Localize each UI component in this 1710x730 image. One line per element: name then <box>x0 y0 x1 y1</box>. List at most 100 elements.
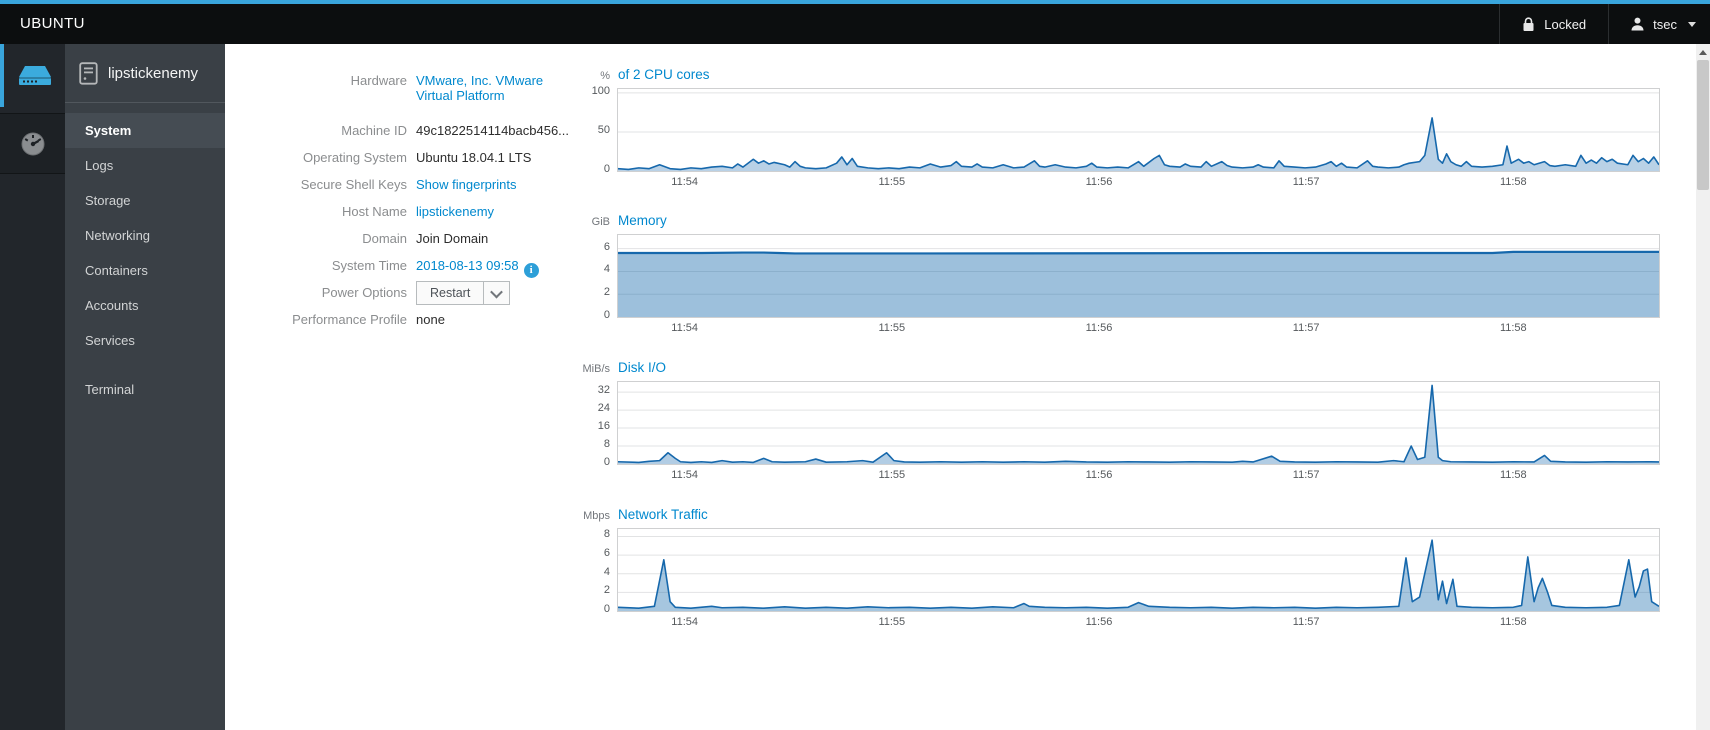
cpu-xtick-1155: 11:55 <box>878 176 906 188</box>
network-title-link[interactable]: Network Traffic <box>618 507 708 522</box>
system-time-label: System Time <box>331 258 407 273</box>
disk-io-xtick-1156: 11:56 <box>1085 469 1113 481</box>
memory-ytick-4: 4 <box>603 263 610 276</box>
disk-io-unit-label: MiB/s <box>582 363 611 375</box>
power-options-label: Power Options <box>321 285 407 300</box>
memory-xtick-1156: 11:56 <box>1085 322 1113 334</box>
sidebar-item-containers[interactable]: Containers <box>65 253 225 288</box>
scrollbar-thumb[interactable] <box>1697 60 1709 190</box>
disk-io-xtick-1154: 11:54 <box>671 469 699 481</box>
disk-io-ytick-0: 0 <box>603 456 610 468</box>
disk-io-plot-area[interactable] <box>617 381 1660 465</box>
chevron-down-icon <box>490 285 504 298</box>
navbar-right-group: Locked tsec <box>1499 4 1710 44</box>
memory-unit-label: GiB <box>591 216 610 228</box>
top-navbar: UBUNTU Locked tsec <box>0 0 1710 44</box>
scrollbar-up-arrow[interactable] <box>1696 46 1710 58</box>
host-name-row-label: Host Name <box>341 204 407 219</box>
join-domain-value[interactable]: Join Domain <box>416 228 488 246</box>
memory-xtick-1154: 11:54 <box>671 322 699 334</box>
cpu-xtick-1158: 11:58 <box>1499 176 1527 188</box>
chevron-down-icon <box>1688 21 1696 27</box>
info-row-system-time: System Time 2018-08-13 09:58 i <box>245 255 575 282</box>
memory-plot-area[interactable] <box>617 234 1660 318</box>
memory-ytick-6: 6 <box>603 240 610 253</box>
info-row-os: Operating System Ubuntu 18.04.1 LTS <box>245 147 575 174</box>
cpu-ytick-100: 100 <box>591 84 610 97</box>
username-label: tsec <box>1653 16 1677 32</box>
power-options-dropdown-button[interactable] <box>484 281 511 305</box>
chart-network: Mbps Network Traffic 8 6 4 2 0 11:54 11:55 11:56 1… <box>560 506 1705 631</box>
memory-xtick-1157: 11:57 <box>1292 322 1320 334</box>
sidebar-item-terminal[interactable]: Terminal <box>65 372 225 407</box>
performance-profile-value: none <box>416 312 445 327</box>
os-label: Operating System <box>302 150 407 165</box>
info-row-hardware: Hardware VMware, Inc. VMware Virtual Pla… <box>245 70 575 120</box>
host-header[interactable]: lipstickenemy <box>65 44 225 103</box>
host-name-link[interactable]: lipstickenemy <box>416 204 494 219</box>
memory-xtick-1155: 11:55 <box>878 322 906 334</box>
disk-io-ytick-32: 32 <box>597 384 610 397</box>
memory-ytick-2: 2 <box>603 286 610 299</box>
brand-title: UBUNTU <box>20 15 85 32</box>
network-xtick-1154: 11:54 <box>671 616 699 628</box>
sidebar-item-logs[interactable]: Logs <box>65 148 225 183</box>
cpu-ytick-0: 0 <box>603 163 610 175</box>
cpu-xtick-1154: 11:54 <box>671 176 699 188</box>
machine-id-value: 49c1822514114bacb456... <box>416 123 570 138</box>
chart-disk-io: MiB/s Disk I/O 32 24 16 8 0 11:54 11:55 11:56 11:5… <box>560 359 1705 484</box>
ssh-keys-label: Secure Shell Keys <box>300 177 407 192</box>
cpu-xtick-1156: 11:56 <box>1085 176 1113 188</box>
hardware-link[interactable]: VMware, Inc. VMware Virtual Platform <box>416 73 543 103</box>
sidebar-item-services[interactable]: Services <box>65 323 225 358</box>
sidebar-item-system[interactable]: System <box>65 113 225 148</box>
info-row-domain: Domain Join Domain <box>245 228 575 255</box>
sidebar-item-accounts[interactable]: Accounts <box>65 288 225 323</box>
rail-item-machine[interactable] <box>0 44 65 107</box>
user-icon <box>1631 17 1644 31</box>
performance-profile-label: Performance Profile <box>292 312 407 327</box>
memory-xtick-1158: 11:58 <box>1499 322 1527 334</box>
network-ytick-4: 4 <box>603 565 610 578</box>
disk-io-xtick-1158: 11:58 <box>1499 469 1527 481</box>
machine-id-label: Machine ID <box>341 123 407 138</box>
info-row-ssh-keys: Secure Shell Keys Show fingerprints <box>245 174 575 201</box>
disk-io-xtick-1157: 11:57 <box>1292 469 1320 481</box>
rail-item-dashboard[interactable] <box>0 113 65 174</box>
system-time-link[interactable]: 2018-08-13 09:58 <box>416 258 519 273</box>
disk-io-title-link[interactable]: Disk I/O <box>618 360 666 375</box>
lock-icon <box>1523 16 1534 31</box>
sidebar: lipstickenemy System Logs Storage Networ… <box>65 44 225 730</box>
chart-memory: GiB Memory 6 4 2 0 11:54 11:55 11:56 11:57 11:58 <box>560 212 1705 337</box>
disk-io-ytick-16: 16 <box>597 420 610 433</box>
dashboard-gauge-icon <box>21 132 44 155</box>
network-unit-label: Mbps <box>583 510 610 522</box>
chart-cpu: % of 2 CPU cores 100 50 0 11:54 11:55 11:56 11:5… <box>560 66 1705 191</box>
sidebar-nav: System Logs Storage Networking Container… <box>65 113 225 407</box>
cpu-plot-area[interactable] <box>617 88 1660 172</box>
info-row-host-name: Host Name lipstickenemy <box>245 201 575 228</box>
memory-ytick-0: 0 <box>603 309 610 321</box>
user-menu[interactable]: tsec <box>1608 4 1710 44</box>
sidebar-item-networking[interactable]: Networking <box>65 218 225 253</box>
network-plot-area[interactable] <box>617 528 1660 612</box>
restart-button[interactable]: Restart <box>416 281 485 305</box>
host-machine-icon <box>79 61 98 85</box>
network-ytick-8: 8 <box>603 528 610 541</box>
host-name-label: lipstickenemy <box>108 64 199 82</box>
up-triangle-icon <box>1699 49 1707 55</box>
vertical-scrollbar[interactable] <box>1696 44 1710 730</box>
info-row-power-options: Power Options Restart <box>245 281 575 309</box>
show-fingerprints-link[interactable]: Show fingerprints <box>416 177 516 192</box>
server-icon <box>18 65 51 85</box>
sidebar-item-storage[interactable]: Storage <box>65 183 225 218</box>
network-ytick-6: 6 <box>603 547 610 560</box>
locked-button[interactable]: Locked <box>1499 4 1608 44</box>
info-icon[interactable]: i <box>523 263 539 278</box>
cpu-title-link[interactable]: of 2 CPU cores <box>618 67 710 82</box>
domain-label: Domain <box>362 231 407 246</box>
cpu-xtick-1157: 11:57 <box>1292 176 1320 188</box>
memory-title-link[interactable]: Memory <box>618 213 667 228</box>
network-xtick-1155: 11:55 <box>878 616 906 628</box>
machine-rail <box>0 44 65 730</box>
